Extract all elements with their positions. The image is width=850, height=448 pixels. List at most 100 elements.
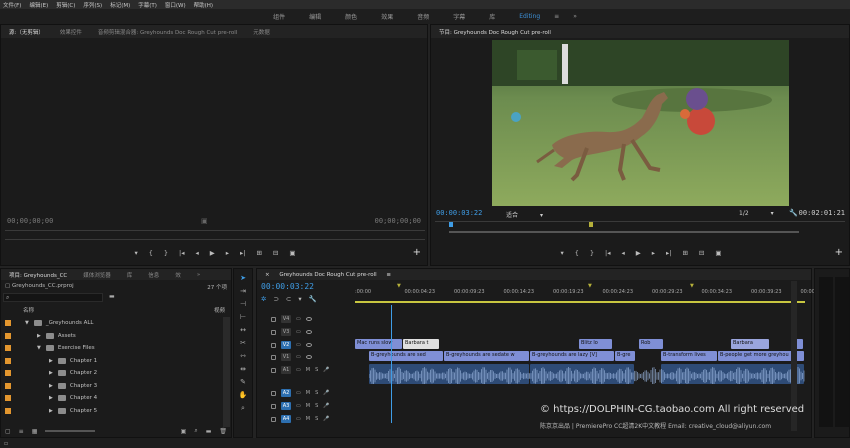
- track-lock-icon[interactable]: [271, 316, 276, 322]
- add-marker-icon[interactable]: ▾: [298, 295, 301, 303]
- track-select-tool-icon[interactable]: ⇥: [238, 286, 248, 296]
- program-timecode[interactable]: 00:00:03:22: [436, 209, 482, 217]
- sync-lock-icon[interactable]: ▭: [296, 342, 301, 348]
- mark-out-icon[interactable]: }: [590, 249, 594, 257]
- clip-v2[interactable]: Blitz lo: [579, 339, 612, 349]
- project-bin-row[interactable]: ▼ Exercise Files: [1, 342, 231, 354]
- export-frame-icon[interactable]: ▣: [715, 249, 721, 257]
- label-color-swatch[interactable]: [5, 332, 11, 339]
- icon-view-icon[interactable]: ▦: [32, 428, 38, 435]
- razor-tool-icon[interactable]: ✂: [238, 338, 248, 348]
- project-bin-row[interactable]: ▶ Chapter 1: [1, 355, 231, 367]
- goto-out-icon[interactable]: ▸|: [240, 249, 245, 257]
- workspace-libraries[interactable]: 库: [477, 12, 507, 21]
- voiceover-mic-icon[interactable]: 🎤: [323, 367, 329, 373]
- menu-file[interactable]: 文件(F): [3, 1, 21, 9]
- zoom-tool-icon[interactable]: ⌕: [238, 403, 248, 413]
- workspace-titles[interactable]: 字幕: [441, 12, 477, 21]
- zoom-bar[interactable]: [449, 231, 799, 233]
- tab-audio-clip-mixer[interactable]: 音频剪辑混合器: Greyhounds Doc Rough Cut pre-ro…: [90, 28, 245, 36]
- track-lock-icon[interactable]: [271, 329, 276, 335]
- sync-lock-icon[interactable]: ▭: [296, 390, 301, 396]
- track-target-button[interactable]: A3: [281, 402, 291, 410]
- track-target-button[interactable]: V1: [281, 353, 291, 361]
- wrench-icon[interactable]: 🔧: [789, 209, 798, 217]
- toggle-output-eye-icon[interactable]: [305, 330, 312, 334]
- mute-button[interactable]: M: [306, 367, 310, 373]
- mark-out-icon[interactable]: }: [164, 249, 168, 257]
- clip-v2[interactable]: Mac runs slow: [355, 339, 402, 349]
- track-lock-icon[interactable]: [271, 367, 276, 373]
- new-bin-icon[interactable]: ▬: [109, 293, 115, 300]
- workspace-menu-icon[interactable]: ≡: [552, 13, 561, 20]
- track-lock-icon[interactable]: [271, 390, 276, 396]
- track-lock-icon[interactable]: [271, 416, 276, 422]
- voiceover-mic-icon[interactable]: 🎤: [323, 390, 329, 396]
- find-icon[interactable]: ⌕: [194, 427, 197, 435]
- solo-button[interactable]: S: [315, 390, 318, 396]
- timeline-ruler[interactable]: :00:00 00:00:04:23 00:00:09:23 00:00:14:23 0…: [355, 281, 831, 305]
- list-view-icon[interactable]: ≡: [19, 428, 24, 435]
- disclosure-expanded-icon[interactable]: ▼: [25, 320, 29, 326]
- workspace-editing[interactable]: Editing: [507, 13, 552, 20]
- sync-lock-icon[interactable]: ▭: [296, 329, 301, 335]
- workspace-assembly[interactable]: 组件: [261, 12, 297, 21]
- program-playhead[interactable]: [449, 222, 453, 227]
- tab-metadata[interactable]: 元数据: [245, 28, 278, 36]
- goto-in-icon[interactable]: |◂: [605, 249, 610, 257]
- track-target-button[interactable]: A1: [281, 366, 291, 374]
- source-scrubber[interactable]: [5, 230, 425, 240]
- linked-selection-icon[interactable]: ⊃: [273, 295, 278, 303]
- disclosure-expanded-icon[interactable]: ▼: [37, 345, 41, 351]
- workspace-audio[interactable]: 音频: [405, 12, 441, 21]
- selection-tool-icon[interactable]: ➤: [238, 273, 248, 283]
- label-color-swatch[interactable]: [5, 370, 11, 376]
- sync-lock-icon[interactable]: ▭: [296, 316, 301, 322]
- clip-v1[interactable]: B-greyhounds are sed: [369, 351, 443, 361]
- step-back-icon[interactable]: ◂: [621, 249, 624, 257]
- overwrite-icon[interactable]: ⊟: [273, 249, 278, 257]
- track-target-button[interactable]: V3: [281, 328, 291, 336]
- work-area-bar[interactable]: [355, 301, 805, 303]
- solo-button[interactable]: S: [315, 416, 318, 422]
- toggle-output-eye-icon[interactable]: [305, 317, 312, 321]
- mark-in-icon[interactable]: {: [149, 249, 153, 257]
- insert-icon[interactable]: ⊞: [256, 249, 261, 257]
- resolution-dropdown[interactable]: 1/2 ▾: [739, 210, 774, 217]
- sync-lock-icon[interactable]: ▭: [296, 367, 301, 373]
- play-icon[interactable]: ▶: [210, 249, 215, 257]
- menu-clip[interactable]: 剪辑(C): [56, 1, 75, 9]
- export-frame-icon[interactable]: ▣: [289, 249, 295, 257]
- goto-in-icon[interactable]: |◂: [179, 249, 184, 257]
- pen-tool-icon[interactable]: ✎: [238, 377, 248, 387]
- mute-button[interactable]: M: [306, 416, 310, 422]
- tab-media-browser[interactable]: 媒体浏览器: [75, 271, 119, 279]
- marker-icon[interactable]: ▾: [134, 249, 137, 257]
- workspace-overflow-icon[interactable]: »: [561, 13, 589, 20]
- marker-icon[interactable]: ▾: [560, 249, 563, 257]
- snap-icon[interactable]: ✲: [261, 295, 266, 303]
- rolling-edit-tool-icon[interactable]: ⊢: [238, 312, 248, 322]
- track-target-button[interactable]: A4: [281, 415, 291, 423]
- lock-icon[interactable]: ▢: [5, 428, 11, 435]
- clip-v1[interactable]: B-greyhounds are sedate w: [444, 351, 529, 361]
- track-target-button[interactable]: V2: [281, 341, 291, 349]
- label-color-swatch[interactable]: [5, 395, 11, 401]
- label-color-swatch[interactable]: [5, 382, 11, 389]
- workspace-color[interactable]: 颜色: [333, 12, 369, 21]
- track-lock-icon[interactable]: [271, 403, 276, 409]
- new-item-icon[interactable]: ▣: [181, 428, 187, 435]
- workspace-editing-cn[interactable]: 编辑: [297, 12, 333, 21]
- label-color-swatch[interactable]: [5, 345, 11, 351]
- voiceover-mic-icon[interactable]: 🎤: [323, 403, 329, 409]
- column-video[interactable]: 视频: [214, 306, 231, 314]
- project-bin-row[interactable]: ▶ Chapter 2: [1, 367, 231, 379]
- column-name[interactable]: 名称: [23, 306, 34, 314]
- clip-v2[interactable]: Barbara t: [403, 339, 439, 349]
- menu-title[interactable]: 字幕(T): [138, 1, 157, 9]
- label-color-swatch[interactable]: [5, 357, 11, 364]
- program-add-button-icon[interactable]: +: [835, 247, 843, 258]
- disclosure-collapsed-icon[interactable]: ▶: [37, 333, 41, 339]
- marker[interactable]: [589, 222, 593, 227]
- lift-icon[interactable]: ⊞: [682, 249, 687, 257]
